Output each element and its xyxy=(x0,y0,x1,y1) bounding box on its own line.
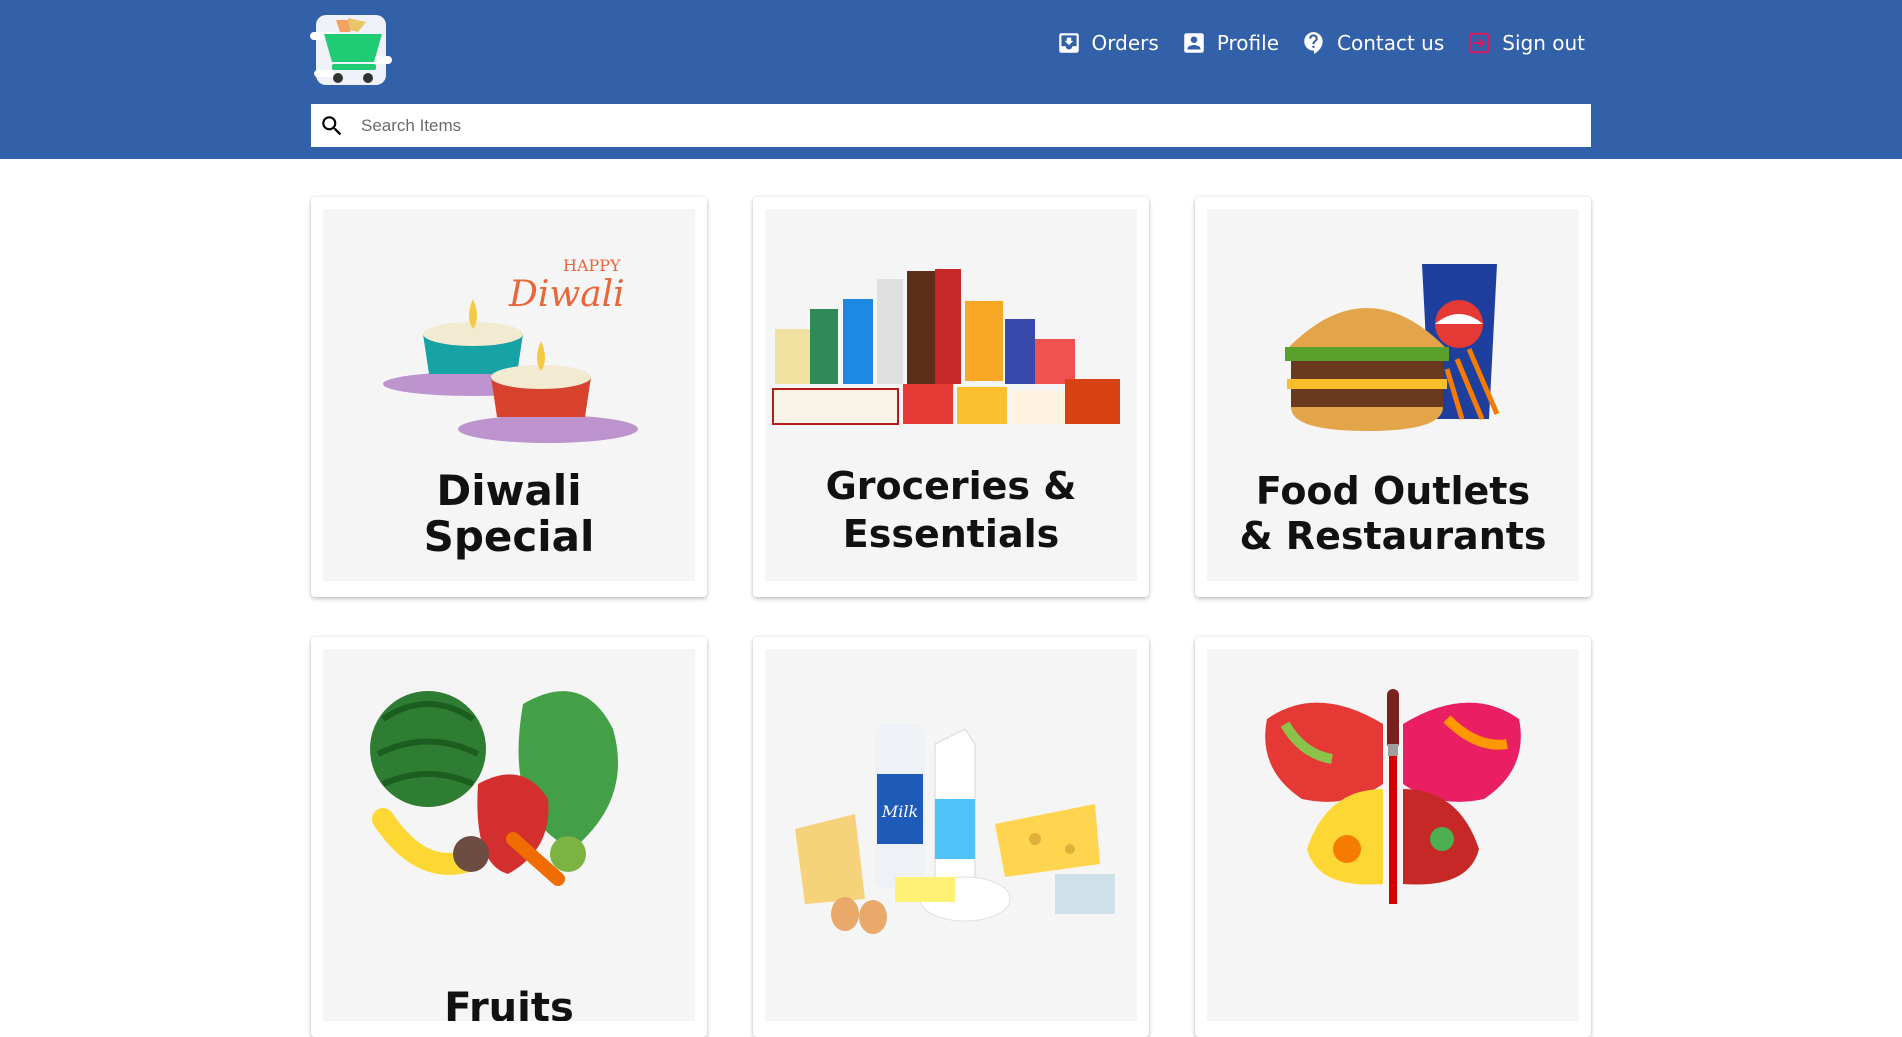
nav-contact-us[interactable]: Contact us xyxy=(1301,30,1444,56)
app-header: Orders Profile Contact us Sign out xyxy=(0,0,1902,159)
search-input[interactable] xyxy=(361,104,1591,147)
food-outlets-title-line-1: Food Outlets xyxy=(1256,469,1530,513)
groceries-title-line-1: Groceries & xyxy=(826,464,1077,508)
food-outlets-title-line-2: & Restaurants xyxy=(1239,514,1546,558)
diwali-title-line-1: Diwali xyxy=(436,466,581,515)
help-icon xyxy=(1304,32,1323,54)
nav-contact-us-label: Contact us xyxy=(1337,31,1445,55)
category-card-art[interactable] xyxy=(1195,637,1591,1037)
butterfly-paintbrush-image xyxy=(1207,649,1579,1021)
grocery-products-image: Groceries & Essentials xyxy=(765,209,1137,581)
diwali-title-line-2: Special xyxy=(424,512,595,561)
top-nav: Orders Profile Contact us Sign out xyxy=(1056,30,1585,56)
shopping-cart-logo[interactable] xyxy=(310,12,392,90)
account-box-icon xyxy=(1184,33,1204,53)
milk-and-cheese-image: Milk xyxy=(765,649,1137,1021)
nav-sign-out[interactable]: Sign out xyxy=(1466,30,1585,56)
fruits-vegetables-image: Fruits xyxy=(323,649,695,1021)
category-card-food-outlets[interactable]: Food Outlets & Restaurants xyxy=(1195,197,1591,597)
burger-and-soda-image: Food Outlets & Restaurants xyxy=(1207,209,1579,581)
svg-text:HAPPY: HAPPY xyxy=(563,256,621,275)
category-card-dairy[interactable]: Milk xyxy=(753,637,1149,1037)
nav-orders[interactable]: Orders xyxy=(1056,30,1159,56)
diwali-lamps-image: HAPPY Diwali Diwali Special xyxy=(323,209,695,581)
nav-orders-label: Orders xyxy=(1091,31,1159,55)
nav-profile[interactable]: Profile xyxy=(1181,30,1279,56)
inbox-icon xyxy=(1058,33,1079,53)
category-card-fruits[interactable]: Fruits xyxy=(311,637,707,1037)
nav-sign-out-label: Sign out xyxy=(1502,31,1585,55)
exit-icon xyxy=(1469,32,1490,54)
nav-profile-label: Profile xyxy=(1216,31,1279,55)
svg-text:Diwali: Diwali xyxy=(508,274,625,315)
groceries-title-line-2: Essentials xyxy=(843,512,1060,556)
fruits-title-line-1: Fruits xyxy=(444,985,574,1021)
search-bar xyxy=(311,104,1591,147)
category-card-groceries-essentials[interactable]: Groceries & Essentials xyxy=(753,197,1149,597)
search-icon[interactable] xyxy=(319,113,345,139)
milk-label: Milk xyxy=(881,802,918,821)
category-card-diwali-special[interactable]: HAPPY Diwali Diwali Special xyxy=(311,197,707,597)
